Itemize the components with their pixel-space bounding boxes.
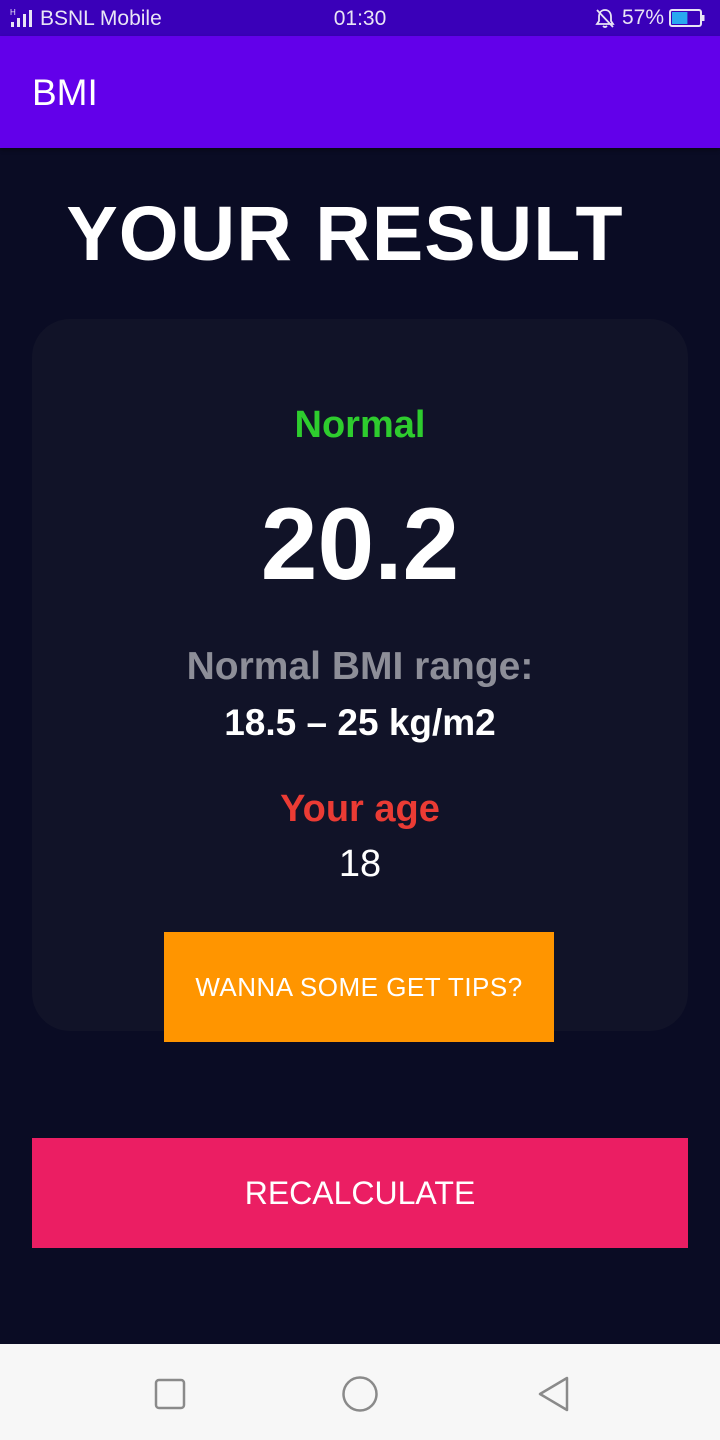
age-value: 18 <box>338 843 382 885</box>
bmi-status-label: Normal <box>294 404 426 446</box>
page-title: YOUR RESULT <box>66 191 624 277</box>
normal-range-label: Normal BMI range: <box>186 645 534 688</box>
alarm-off-icon <box>595 9 615 28</box>
bmi-value: 20.2 <box>260 487 460 601</box>
app-title: BMI <box>32 72 98 113</box>
battery-percent: 57% <box>622 6 665 29</box>
battery-icon <box>669 9 705 27</box>
home-icon[interactable] <box>340 1374 380 1414</box>
back-icon[interactable] <box>534 1374 574 1414</box>
status-bar: H BSNL Mobile 01:30 57% <box>0 0 720 36</box>
normal-range-value: 18.5 – 25 kg/m2 <box>224 702 496 743</box>
recalculate-button[interactable]: RECALCULATE <box>32 1138 688 1248</box>
recents-icon[interactable] <box>150 1374 190 1414</box>
age-label: Your age <box>280 788 440 830</box>
navigation-bar <box>0 1344 720 1440</box>
get-tips-button[interactable]: WANNA SOME GET TIPS? <box>164 932 554 1042</box>
app-bar: BMI <box>0 36 720 148</box>
